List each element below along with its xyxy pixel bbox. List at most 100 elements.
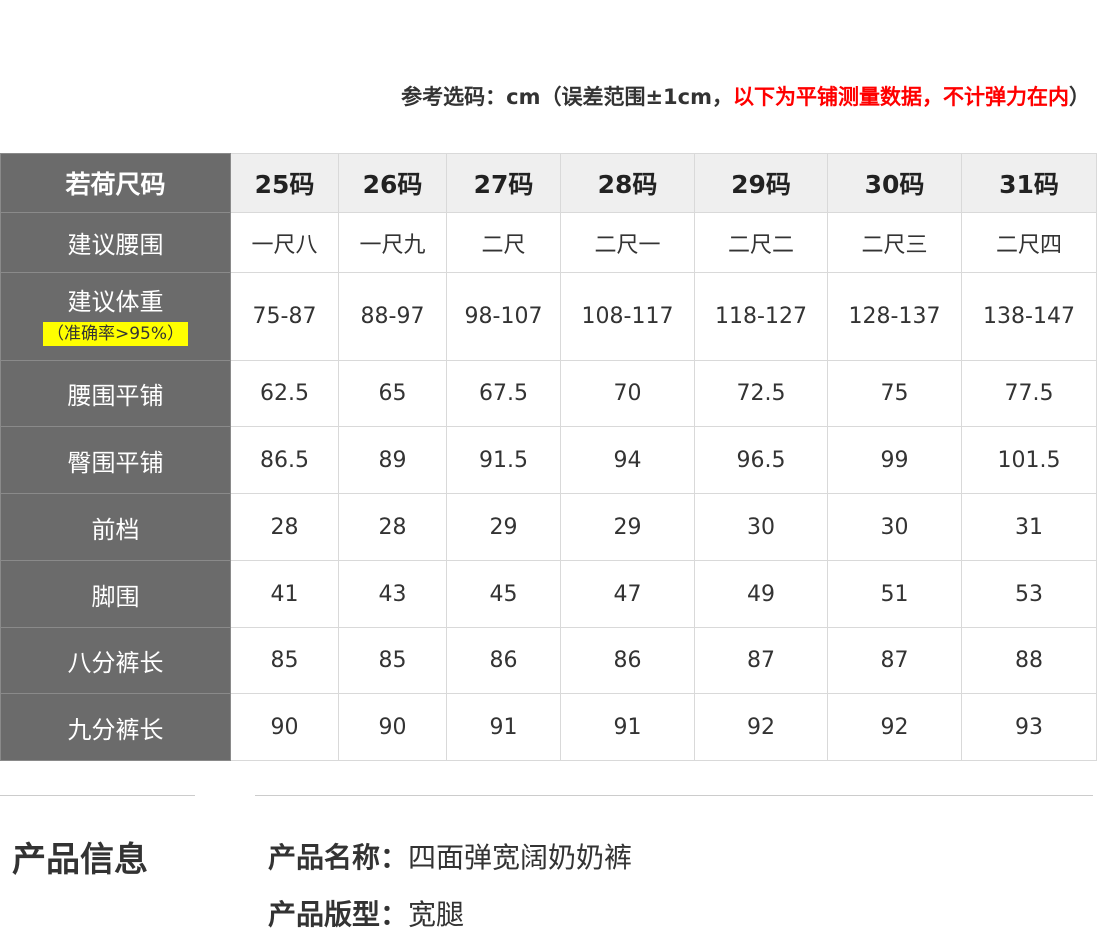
table-cell: 85 xyxy=(338,627,447,694)
row-label: 建议体重 xyxy=(67,288,164,316)
table-cell: 98-107 xyxy=(446,272,561,361)
table-cell: 89 xyxy=(338,426,447,494)
product-info-title: 产品信息 xyxy=(12,840,148,880)
table-cell: 138-147 xyxy=(961,272,1097,361)
table-cell: 88 xyxy=(961,627,1097,694)
table-cell: 92 xyxy=(694,693,828,761)
table-cell: 77.5 xyxy=(961,360,1097,427)
row-header: 臀围平铺 xyxy=(0,426,231,494)
table-cell: 86 xyxy=(446,627,561,694)
table-cell: 65 xyxy=(338,360,447,427)
table-cell: 二尺三 xyxy=(827,212,962,273)
row-header: 腰围平铺 xyxy=(0,360,231,427)
table-cell: 28 xyxy=(230,493,339,561)
table-cell: 92 xyxy=(827,693,962,761)
size-header-cell: 28码 xyxy=(560,153,695,213)
row-label: 腰围平铺 xyxy=(67,382,164,410)
table-row: 腰围平铺 62.5 65 67.5 70 72.5 75 77.5 xyxy=(0,360,1097,427)
table-cell: 29 xyxy=(560,493,695,561)
table-cell: 96.5 xyxy=(694,426,828,494)
divider-right xyxy=(255,795,1093,796)
row-header: 脚围 xyxy=(0,560,231,628)
table-cell: 91.5 xyxy=(446,426,561,494)
table-cell: 二尺二 xyxy=(694,212,828,273)
size-header-cell: 30码 xyxy=(827,153,962,213)
corner-label: 若荷尺码 xyxy=(0,153,231,213)
row-header: 建议体重 （准确率>95%） xyxy=(0,272,231,361)
table-cell: 43 xyxy=(338,560,447,628)
table-cell: 二尺 xyxy=(446,212,561,273)
size-header-cell: 25码 xyxy=(230,153,339,213)
table-cell: 53 xyxy=(961,560,1097,628)
accuracy-note: （准确率>95%） xyxy=(42,322,189,346)
size-header-cell: 27码 xyxy=(446,153,561,213)
size-header-cell: 29码 xyxy=(694,153,828,213)
table-cell: 75 xyxy=(827,360,962,427)
size-note-suffix: ） xyxy=(1069,85,1090,109)
row-label: 八分裤长 xyxy=(67,649,164,677)
table-cell: 101.5 xyxy=(961,426,1097,494)
row-header: 建议腰围 xyxy=(0,212,231,273)
table-cell: 90 xyxy=(230,693,339,761)
size-note-highlight: 以下为平铺测量数据，不计弹力在内 xyxy=(733,85,1069,109)
table-row: 臀围平铺 86.5 89 91.5 94 96.5 99 101.5 xyxy=(0,426,1097,494)
row-label: 建议腰围 xyxy=(67,231,164,259)
size-header-row: 若荷尺码 25码 26码 27码 28码 29码 30码 31码 xyxy=(0,153,1097,213)
table-cell: 91 xyxy=(446,693,561,761)
table-cell: 30 xyxy=(827,493,962,561)
size-header-cell: 31码 xyxy=(961,153,1097,213)
row-header: 前档 xyxy=(0,493,231,561)
table-cell: 70 xyxy=(560,360,695,427)
table-cell: 94 xyxy=(560,426,695,494)
row-label: 九分裤长 xyxy=(67,715,164,744)
table-cell: 67.5 xyxy=(446,360,561,427)
table-cell: 86.5 xyxy=(230,426,339,494)
table-cell: 72.5 xyxy=(694,360,828,427)
table-cell: 85 xyxy=(230,627,339,694)
table-cell: 91 xyxy=(560,693,695,761)
table-cell: 29 xyxy=(446,493,561,561)
table-cell: 一尺八 xyxy=(230,212,339,273)
table-cell: 118-127 xyxy=(694,272,828,361)
row-label: 前档 xyxy=(91,515,140,544)
table-cell: 二尺一 xyxy=(560,212,695,273)
table-cell: 二尺四 xyxy=(961,212,1097,273)
product-type-line: 产品版型：宽腿 xyxy=(268,893,464,933)
table-row: 脚围 41 43 45 47 49 51 53 xyxy=(0,560,1097,628)
product-type-value: 宽腿 xyxy=(408,898,465,931)
table-cell: 88-97 xyxy=(338,272,447,361)
size-header-cell: 26码 xyxy=(338,153,447,213)
table-cell: 62.5 xyxy=(230,360,339,427)
table-cell: 一尺九 xyxy=(338,212,447,273)
table-cell: 51 xyxy=(827,560,962,628)
table-cell: 49 xyxy=(694,560,828,628)
table-cell: 87 xyxy=(694,627,828,694)
table-cell: 99 xyxy=(827,426,962,494)
table-row: 建议腰围 一尺八 一尺九 二尺 二尺一 二尺二 二尺三 二尺四 xyxy=(0,212,1097,273)
table-row: 前档 28 28 29 29 30 30 31 xyxy=(0,493,1097,561)
row-header: 八分裤长 xyxy=(0,627,231,694)
row-label: 臀围平铺 xyxy=(67,448,164,477)
table-cell: 28 xyxy=(338,493,447,561)
table-cell: 87 xyxy=(827,627,962,694)
table-row: 八分裤长 85 85 86 86 87 87 88 xyxy=(0,627,1097,694)
table-cell: 75-87 xyxy=(230,272,339,361)
table-cell: 41 xyxy=(230,560,339,628)
table-cell: 30 xyxy=(694,493,828,561)
row-header: 九分裤长 xyxy=(0,693,231,761)
product-name-key: 产品名称： xyxy=(268,841,409,874)
table-cell: 45 xyxy=(446,560,561,628)
product-name-line: 产品名称：四面弹宽阔奶奶裤 xyxy=(268,836,632,876)
table-cell: 128-137 xyxy=(827,272,962,361)
size-chart-table: 若荷尺码 25码 26码 27码 28码 29码 30码 31码建议腰围 一尺八 一尺九 二尺 二尺一… xyxy=(0,153,1097,761)
size-note-prefix: 参考选码：cm（误差范围±1cm， xyxy=(401,85,733,109)
product-type-key: 产品版型： xyxy=(268,898,409,931)
divider-left xyxy=(0,795,195,796)
size-note: 参考选码：cm（误差范围±1cm，以下为平铺测量数据，不计弹力在内） xyxy=(401,80,1090,114)
table-cell: 31 xyxy=(961,493,1097,561)
table-cell: 86 xyxy=(560,627,695,694)
product-name-value: 四面弹宽阔奶奶裤 xyxy=(408,841,633,874)
table-row: 建议体重 （准确率>95%） 75-87 88-97 98-107 108-117 118-… xyxy=(0,272,1097,361)
row-label: 脚围 xyxy=(91,582,140,611)
table-cell: 108-117 xyxy=(560,272,695,361)
